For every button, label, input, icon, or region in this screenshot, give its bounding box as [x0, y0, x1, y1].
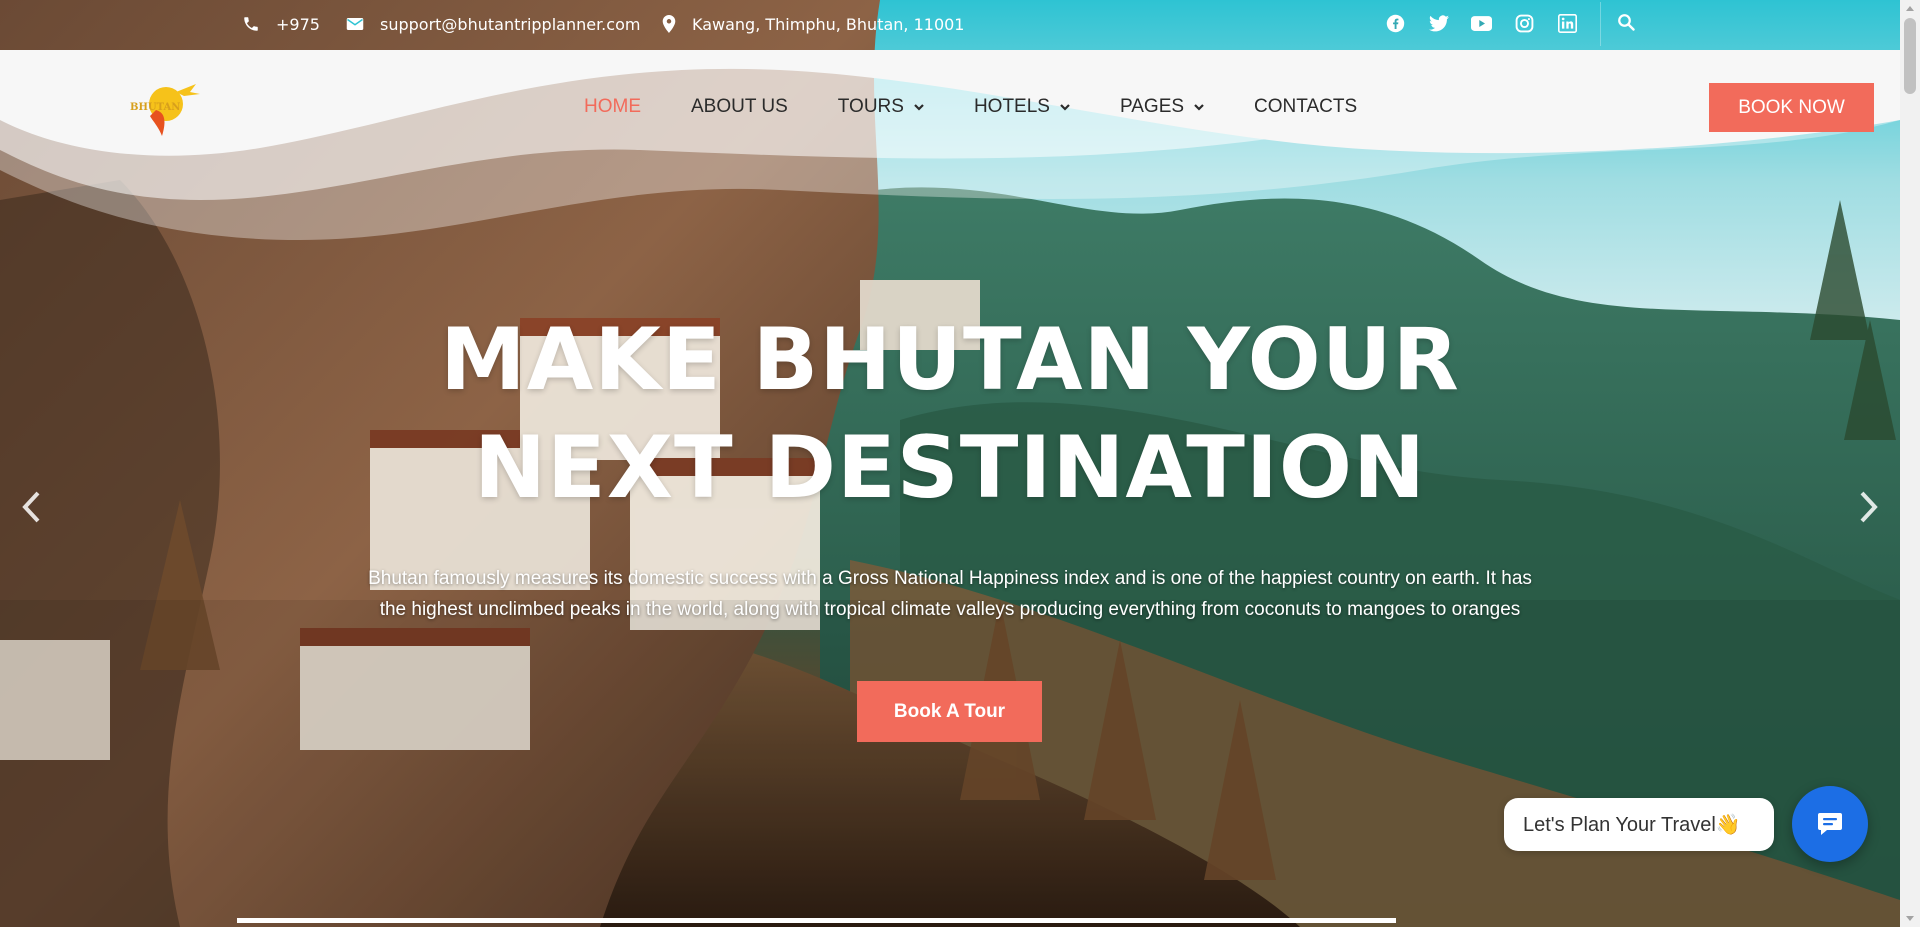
- nav-item-label: HOTELS: [973, 96, 1050, 117]
- chat-prompt-text: Let's Plan Your Travel👋: [1523, 814, 1741, 836]
- nav-item-home[interactable]: HOME: [584, 96, 641, 118]
- twitter-icon[interactable]: [1428, 13, 1449, 34]
- chat-prompt-bubble[interactable]: Let's Plan Your Travel👋: [1504, 798, 1774, 851]
- slider-prev-arrow-icon[interactable]: [20, 490, 44, 524]
- chevron-down-icon: [1194, 103, 1204, 111]
- book-now-button[interactable]: BOOK NOW: [1709, 83, 1874, 132]
- nav-item-pages[interactable]: PAGES: [1120, 96, 1204, 118]
- nav-item-tours[interactable]: TOURS: [838, 96, 924, 118]
- scroll-down-arrow-icon[interactable]: [1906, 916, 1914, 921]
- logo-text: BHUTAN: [130, 102, 181, 113]
- book-a-tour-button[interactable]: Book A Tour: [857, 681, 1042, 742]
- top-bar: +975 support@bhutantripplanner.com Kawan…: [0, 0, 1900, 50]
- chat-launcher-button[interactable]: [1792, 786, 1868, 862]
- address-contact: Kawang, Thimphu, Bhutan, 11001: [662, 13, 964, 35]
- email-contact[interactable]: support@bhutantripplanner.com: [346, 13, 640, 35]
- nav-item-label: TOURS: [837, 96, 904, 117]
- hero-description-line-1: Bhutan famously measures its domestic su…: [368, 568, 1532, 589]
- chat-icon: [1818, 813, 1842, 835]
- site-logo[interactable]: BHUTAN: [126, 82, 202, 136]
- header-band: [0, 50, 1900, 250]
- nav-item-label: CONTACTS: [1254, 96, 1358, 117]
- search-icon[interactable]: [1617, 13, 1639, 35]
- chevron-down-icon: [1060, 103, 1070, 111]
- envelope-icon: [346, 18, 364, 30]
- address-text: Kawang, Thimphu, Bhutan, 11001: [692, 14, 965, 34]
- phone-contact[interactable]: +975: [242, 13, 320, 35]
- topbar-divider: [1600, 2, 1601, 46]
- hero-description-line-2: the highest unclimbed peaks in the world…: [379, 599, 1521, 620]
- email-address[interactable]: support@bhutantripplanner.com: [380, 15, 640, 34]
- nav-item-label: PAGES: [1119, 96, 1185, 117]
- page-scrollbar[interactable]: [1900, 0, 1920, 927]
- facebook-icon[interactable]: [1385, 13, 1406, 34]
- scrollbar-thumb[interactable]: [1904, 18, 1916, 94]
- slider-next-arrow-icon[interactable]: [1856, 490, 1880, 524]
- hero-title: MAKE BHUTAN YOUR NEXT DESTINATION: [330, 306, 1570, 522]
- scroll-up-arrow-icon[interactable]: [1906, 6, 1914, 11]
- social-links: [1385, 13, 1578, 34]
- slider-progress-bar: [237, 918, 1396, 923]
- phone-number[interactable]: +975: [276, 15, 320, 34]
- nav-item-about-us[interactable]: ABOUT US: [691, 96, 788, 118]
- chevron-down-icon: [914, 103, 924, 111]
- instagram-icon[interactable]: [1514, 13, 1535, 34]
- hero-description: Bhutan famously measures its domestic su…: [330, 563, 1570, 625]
- hero-title-line-2: NEXT DESTINATION: [474, 418, 1426, 518]
- main-nav: HOME ABOUT US TOURS HOTELS PAGES CONTACT…: [584, 96, 1357, 118]
- linkedin-icon[interactable]: [1557, 13, 1578, 34]
- phone-icon: [244, 17, 258, 31]
- nav-item-hotels[interactable]: HOTELS: [974, 96, 1070, 118]
- nav-item-label: HOME: [584, 96, 641, 117]
- youtube-icon[interactable]: [1471, 13, 1492, 34]
- header-wave-shape: [0, 50, 1900, 240]
- hero-title-line-1: MAKE BHUTAN YOUR: [440, 310, 1460, 410]
- map-pin-icon: [662, 15, 676, 33]
- nav-item-contacts[interactable]: CONTACTS: [1254, 96, 1357, 118]
- nav-item-label: ABOUT US: [691, 96, 788, 117]
